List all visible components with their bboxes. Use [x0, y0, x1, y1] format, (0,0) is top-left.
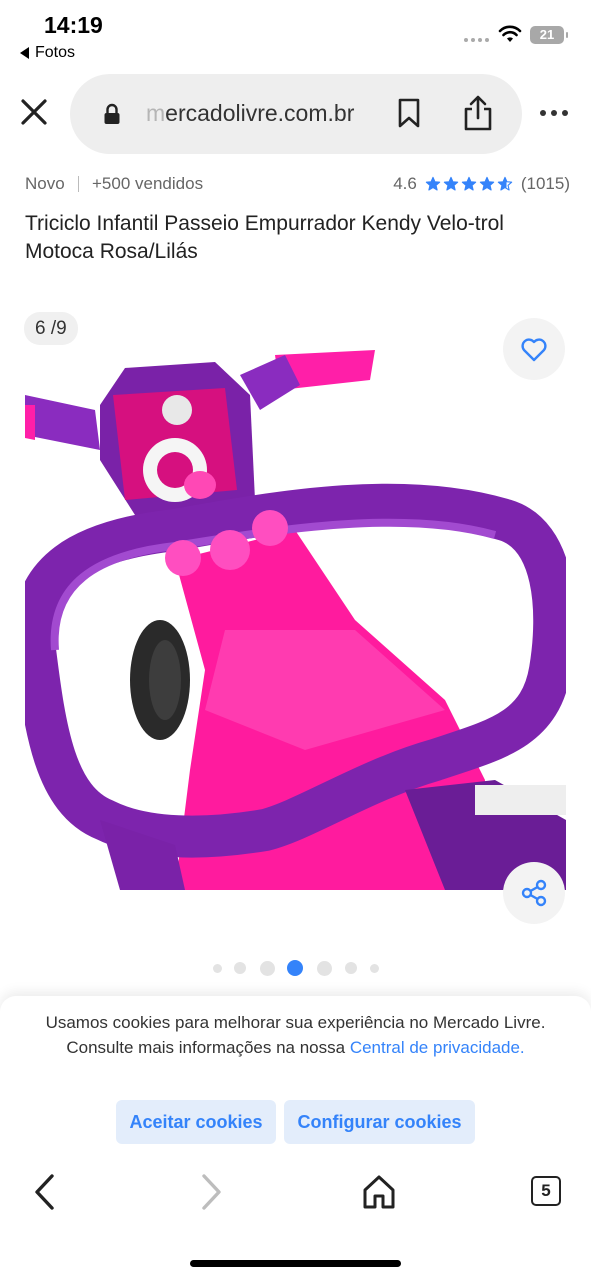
- dot[interactable]: [316, 960, 332, 976]
- condition-label: Novo: [25, 174, 65, 193]
- rating-stars: [425, 176, 513, 192]
- wifi-icon: [498, 25, 522, 42]
- sold-count: +500 vendidos: [92, 174, 204, 193]
- rating-value: 4.6: [393, 174, 417, 193]
- share-button[interactable]: [503, 862, 565, 924]
- browser-toolbar: mercadolivre.com.br: [0, 72, 591, 156]
- back-to-app-button[interactable]: Fotos: [20, 44, 75, 62]
- back-app-label: Fotos: [35, 44, 76, 61]
- dot-active[interactable]: [287, 960, 303, 976]
- configure-cookies-button[interactable]: Configurar cookies: [284, 1100, 475, 1144]
- star-icon: [479, 176, 495, 191]
- star-icon: [497, 176, 513, 191]
- more-icon[interactable]: [540, 110, 568, 116]
- home-indicator: [190, 1260, 401, 1267]
- accept-cookies-button[interactable]: Aceitar cookies: [116, 1100, 276, 1144]
- rating[interactable]: 4.6 (1015): [393, 174, 570, 194]
- lock-icon: [104, 103, 120, 124]
- browser-bottom-bar: 5: [0, 1160, 591, 1224]
- privacy-link[interactable]: Central de privacidade.: [350, 1038, 525, 1057]
- gallery-counter: 6 /9: [24, 312, 78, 345]
- dot[interactable]: [259, 960, 275, 976]
- bookmark-icon[interactable]: [397, 98, 421, 128]
- star-icon: [461, 176, 477, 191]
- back-triangle-icon: [20, 47, 29, 59]
- favorite-button[interactable]: [503, 318, 565, 380]
- review-count: (1015): [520, 174, 570, 193]
- cookie-message: Usamos cookies para melhorar sua experiê…: [45, 1013, 546, 1057]
- product-title: Triciclo Infantil Passeio Empurrador Ken…: [25, 212, 504, 263]
- back-icon[interactable]: [32, 1172, 58, 1212]
- product-gallery[interactable]: 6 /9: [0, 300, 591, 940]
- status-bar: 14:19 Fotos 21: [0, 0, 591, 70]
- dot[interactable]: [369, 963, 379, 973]
- battery-icon: 21: [530, 26, 568, 44]
- url-text: mercadolivre.com.br: [146, 100, 355, 126]
- home-icon[interactable]: [362, 1174, 396, 1210]
- tabs-icon[interactable]: 5: [531, 1176, 561, 1206]
- divider: [78, 176, 79, 192]
- star-icon: [425, 176, 441, 191]
- gallery-pagination: [0, 958, 591, 978]
- share-nodes-icon: [521, 879, 547, 907]
- dot[interactable]: [234, 962, 246, 974]
- product-image[interactable]: [25, 350, 566, 890]
- dot[interactable]: [345, 962, 357, 974]
- signal-icon: [464, 38, 489, 42]
- close-icon[interactable]: [18, 96, 50, 128]
- dot[interactable]: [212, 963, 222, 973]
- star-icon: [443, 176, 459, 191]
- cookie-banner: Usamos cookies para melhorar sua experiê…: [0, 996, 591, 1280]
- address-bar[interactable]: mercadolivre.com.br: [70, 74, 522, 154]
- heart-icon: [521, 338, 547, 362]
- product-meta: Novo +500 vendidos 4.6 (1015): [25, 174, 570, 198]
- status-time: 14:19: [44, 12, 103, 38]
- forward-icon[interactable]: [198, 1172, 224, 1212]
- share-icon[interactable]: [462, 94, 494, 132]
